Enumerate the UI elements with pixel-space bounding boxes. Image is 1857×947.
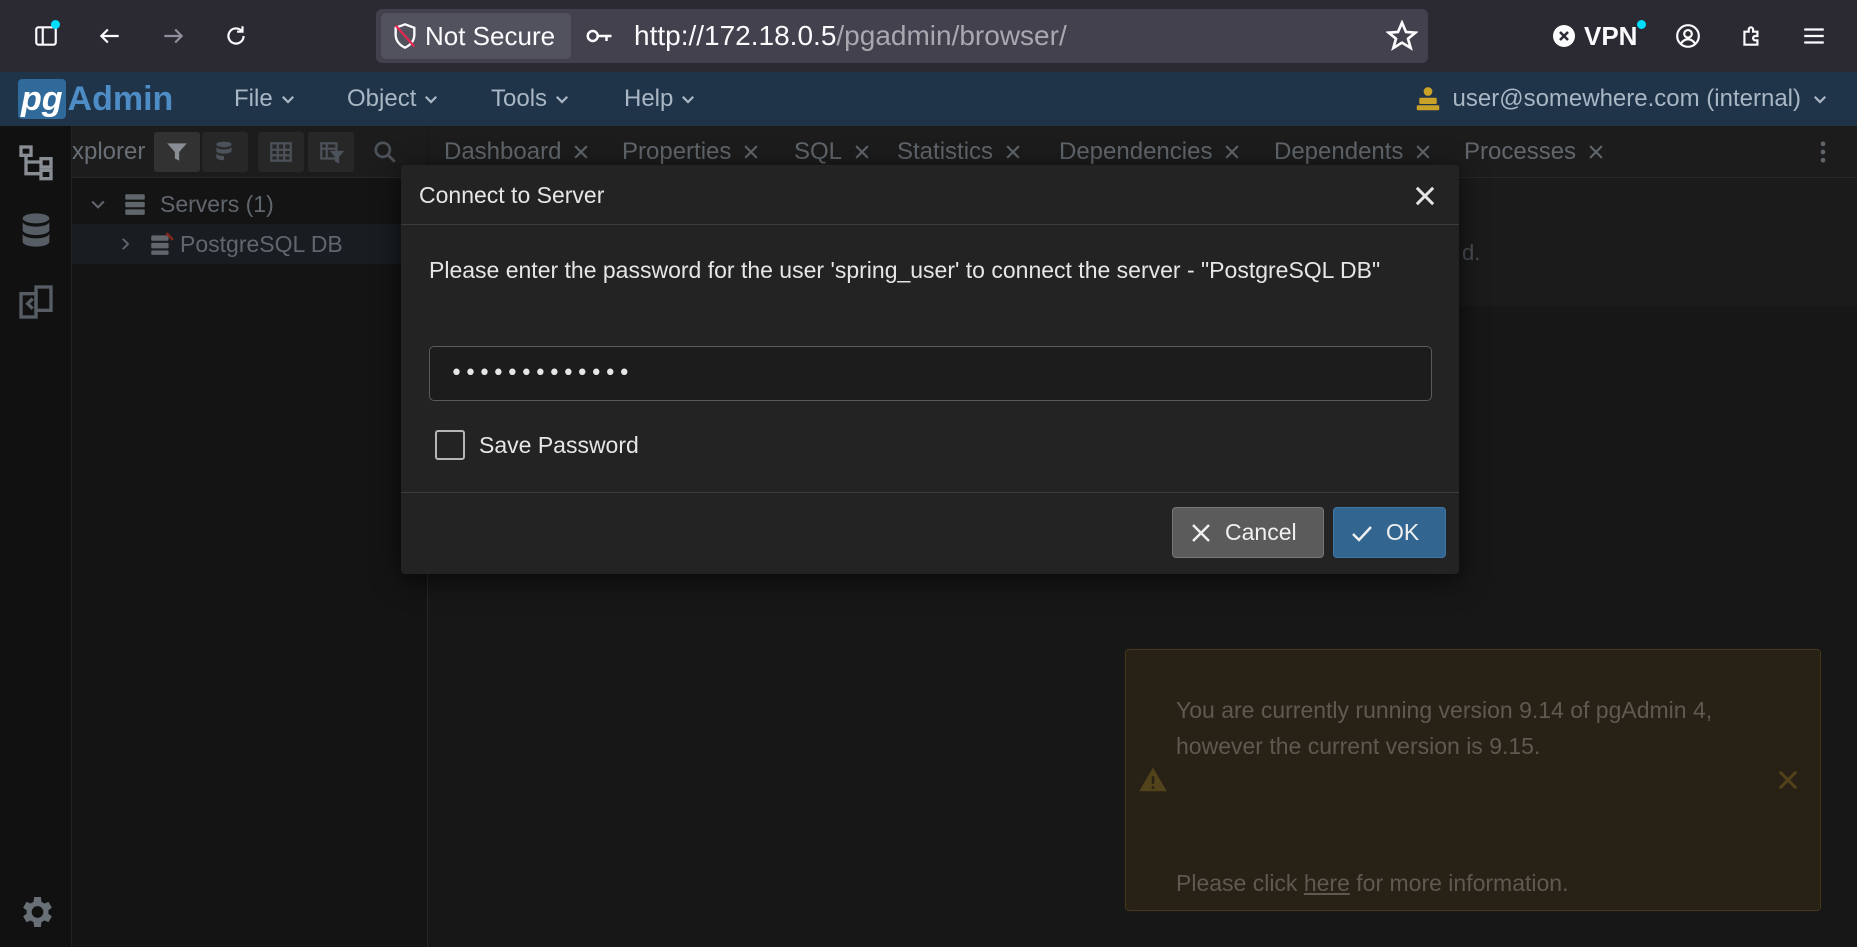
security-label: Not Secure [425,20,556,51]
user-menu[interactable]: user@somewhere.com (internal) [1413,72,1829,126]
url-bar[interactable]: Not Secure http://172.18.0.5/pgadmin/bro… [376,9,1428,63]
ok-label: OK [1386,519,1420,545]
puzzle-icon [1743,26,1759,46]
user-icon [1416,87,1439,111]
menu-label: File [234,85,273,112]
vpn-label: VPN [1584,20,1638,51]
menu-label: Tools [491,85,548,112]
url-text[interactable]: http://172.18.0.5/pgadmin/browser/ [634,9,1067,63]
menu-file[interactable]: File [234,72,297,126]
key-icon[interactable] [584,21,614,51]
forward-arrow-icon [164,28,184,44]
chevron-down-icon [682,95,695,104]
dialog-header: Connect to Server [401,165,1459,225]
close-icon [1192,523,1210,542]
save-password-label: Save Password [479,431,639,458]
reload-button[interactable] [214,14,258,58]
cancel-button[interactable]: Cancel [1172,507,1324,558]
bookmark-star-icon[interactable] [1386,20,1418,52]
extensions-button[interactable] [1730,14,1774,58]
pgadmin-logo[interactable]: pg Admin [18,78,173,120]
vpn-button[interactable]: VPN [1552,16,1654,56]
menu-label: Help [624,85,674,112]
logo-pg: pg [18,79,66,119]
url-path: /pgadmin/browser/ [836,20,1067,51]
save-password-row[interactable]: Save Password [435,427,639,463]
back-button[interactable] [88,14,132,58]
logo-admin: Admin [67,79,174,118]
account-icon [1676,24,1700,48]
account-button[interactable] [1666,14,1710,58]
menu-label: Object [347,85,417,112]
user-email: user@somewhere.com (internal) [1452,85,1801,112]
not-secure-badge[interactable]: Not Secure [381,13,572,59]
app-menu-button[interactable] [1792,14,1836,58]
menu-tools[interactable]: Tools [491,72,571,126]
chevron-down-icon [281,95,294,104]
password-field[interactable] [429,346,1432,401]
chevron-down-icon [1813,95,1827,104]
vpn-off-icon [1553,25,1575,47]
dialog-message: Please enter the password for the user '… [429,257,1381,283]
chevron-down-icon [555,95,569,104]
sidebar-toggle-button[interactable] [24,14,68,58]
close-icon[interactable] [1411,182,1439,210]
reload-icon [227,26,245,45]
save-password-checkbox[interactable] [435,430,465,460]
dialog-footer: Cancel OK [401,492,1459,574]
cancel-label: Cancel [1225,519,1297,545]
hamburger-icon [1804,28,1824,44]
dialog-title: Connect to Server [419,182,605,208]
back-arrow-icon [99,28,119,44]
chevron-down-icon [425,95,438,104]
check-icon [1352,525,1372,542]
ok-button[interactable]: OK [1333,507,1446,558]
notification-dot [51,20,60,29]
url-host: http://172.18.0.5 [634,20,837,51]
menu-object[interactable]: Object [347,72,440,126]
forward-button[interactable] [151,14,195,58]
menu-help[interactable]: Help [624,72,697,126]
shield-slash-icon [394,23,416,49]
pgadmin-header: pg Admin File Object Tools Help user@som… [0,72,1857,126]
vpn-dot [1637,19,1647,29]
connect-to-server-dialog: Connect to Server Please enter the passw… [401,165,1459,574]
browser-toolbar: Not Secure http://172.18.0.5/pgadmin/bro… [0,0,1857,72]
